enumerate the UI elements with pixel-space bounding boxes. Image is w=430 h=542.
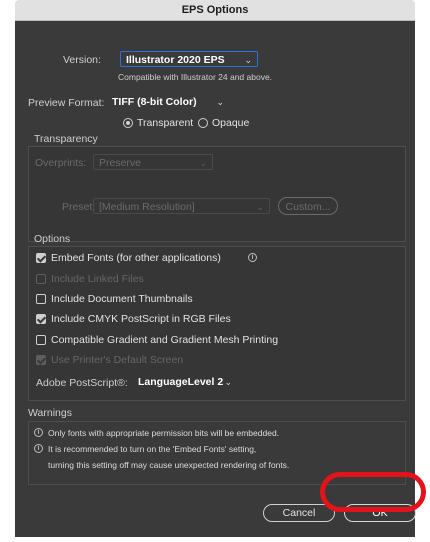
ok-highlight-annotation <box>320 472 426 512</box>
overprints-label: Overprints: <box>35 157 87 169</box>
chevron-down-icon: ⌄ <box>256 202 264 212</box>
warning-line-1: Only fonts with appropriate permission b… <box>48 428 280 438</box>
title-bar: EPS Options <box>15 0 415 21</box>
embed-fonts-label: Embed Fonts (for other applications) <box>51 252 221 264</box>
info-icon: i <box>34 444 43 453</box>
printer-default-screen-label: Use Printer's Default Screen <box>51 354 184 366</box>
include-linked-files-label: Include Linked Files <box>51 273 144 285</box>
info-icon: i <box>34 428 43 437</box>
include-cmyk-checkbox[interactable] <box>36 314 46 324</box>
postscript-dropdown[interactable]: LanguageLevel 2 ⌄ <box>133 374 237 390</box>
include-thumbnails-label: Include Document Thumbnails <box>51 293 193 305</box>
chevron-down-icon: ⌄ <box>216 97 224 107</box>
include-cmyk-label: Include CMYK PostScript in RGB Files <box>51 313 231 325</box>
version-label: Version: <box>63 54 101 66</box>
options-group-title: Options <box>34 233 71 245</box>
transparent-radio-label: Transparent <box>137 117 194 129</box>
chevron-down-icon: ⌄ <box>224 377 232 387</box>
chevron-down-icon: ⌄ <box>199 158 207 168</box>
chevron-down-icon: ⌄ <box>244 55 252 65</box>
overprints-value: Preserve <box>99 157 142 169</box>
version-dropdown[interactable]: Illustrator 2020 EPS ⌄ <box>120 51 258 67</box>
info-icon[interactable]: i <box>248 253 257 262</box>
compatible-gradient-checkbox[interactable] <box>36 335 46 345</box>
version-value: Illustrator 2020 EPS <box>126 54 225 66</box>
version-note: Compatible with Illustrator 24 and above… <box>118 72 273 82</box>
preview-format-label: Preview Format: <box>28 97 105 109</box>
preset-value: [Medium Resolution] <box>99 201 195 213</box>
opaque-radio-label: Opaque <box>212 117 250 129</box>
preset-dropdown[interactable]: [Medium Resolution] ⌄ <box>93 198 270 214</box>
eps-options-dialog: Version: Illustrator 2020 EPS ⌄ Compatib… <box>15 21 416 537</box>
compatible-gradient-label: Compatible Gradient and Gradient Mesh Pr… <box>51 334 279 346</box>
transparent-radio[interactable] <box>123 118 133 128</box>
cancel-button[interactable]: Cancel <box>263 504 335 522</box>
warnings-title: Warnings <box>28 407 72 419</box>
include-thumbnails-checkbox[interactable] <box>36 294 46 304</box>
preview-format-value: TIFF (8-bit Color) <box>112 96 197 108</box>
postscript-label: Adobe PostScript®: <box>36 377 128 389</box>
transparency-group-title: Transparency <box>34 133 98 145</box>
preset-label: Preset: <box>62 201 96 213</box>
printer-default-screen-checkbox[interactable] <box>36 355 46 365</box>
postscript-value: LanguageLevel 2 <box>138 376 224 388</box>
embed-fonts-checkbox[interactable] <box>36 253 46 263</box>
include-linked-files-checkbox[interactable] <box>36 274 46 284</box>
opaque-radio[interactable] <box>198 118 208 128</box>
window-title: EPS Options <box>181 4 249 16</box>
warning-line-2: It is recommended to turn on the 'Embed … <box>48 444 257 454</box>
preview-format-dropdown[interactable]: TIFF (8-bit Color) ⌄ <box>107 94 229 110</box>
transparency-group: Overprints: Preserve ⌄ Preset: [Medium R… <box>28 146 406 242</box>
custom-button[interactable]: Custom... <box>278 197 338 215</box>
overprints-dropdown[interactable]: Preserve ⌄ <box>93 154 213 170</box>
options-group: Embed Fonts (for other applications) i I… <box>28 246 406 401</box>
warning-line-3: turning this setting off may cause unexp… <box>48 460 290 470</box>
